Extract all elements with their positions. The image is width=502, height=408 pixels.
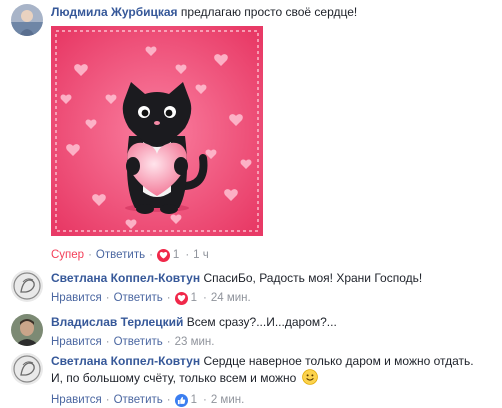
comment-author[interactable]: Людмила Журбицкая: [51, 5, 178, 19]
reply-button[interactable]: Ответить: [114, 290, 163, 306]
comment-text: предлагаю просто своё сердце!: [180, 5, 358, 19]
avatar[interactable]: [11, 4, 43, 36]
comment-time[interactable]: 1 ч: [193, 247, 209, 263]
comment-text: СпасиБо, Радость моя! Храни Господь!: [203, 271, 423, 285]
comment-3: Владислав Терлецкий Всем сразу?...И...да…: [0, 314, 502, 352]
comment-text: Всем сразу?...И...даром?...: [186, 315, 337, 329]
avatar[interactable]: [11, 270, 43, 302]
comment-author[interactable]: Владислав Терлецкий: [51, 315, 183, 329]
like-button[interactable]: Нравится: [51, 392, 102, 408]
comment-time[interactable]: 23 мин.: [175, 334, 215, 350]
comment-text-line-1: Сердце наверное только даром и можно отд…: [203, 354, 474, 368]
comment-time[interactable]: 2 мин.: [211, 392, 244, 408]
attachment-image[interactable]: [51, 26, 263, 236]
reaction-count[interactable]: 1: [173, 247, 179, 263]
like-button[interactable]: Нравится: [51, 334, 102, 350]
like-button[interactable]: Нравится: [51, 290, 102, 306]
heart-icon[interactable]: [156, 248, 170, 262]
comment-author[interactable]: Светлана Коппел-Ковтун: [51, 271, 200, 285]
avatar[interactable]: [11, 314, 43, 346]
comment-2: Светлана Коппел-Ковтун СпасиБо, Радость …: [0, 270, 502, 310]
reaction-button[interactable]: Супер: [51, 247, 84, 263]
reaction-count[interactable]: 1: [191, 290, 197, 306]
smile-emoji-icon: [301, 369, 318, 389]
reply-button[interactable]: Ответить: [114, 392, 163, 408]
comment-time[interactable]: 24 мин.: [211, 290, 251, 306]
comment-text-line-2: И, по большому счёту, только всем и можн…: [51, 371, 297, 385]
reply-button[interactable]: Ответить: [114, 334, 163, 350]
like-icon[interactable]: [174, 393, 188, 407]
comment-1: Людмила Журбицкая предлагаю просто своё …: [0, 0, 502, 270]
heart-icon[interactable]: [174, 291, 188, 305]
comment-author[interactable]: Светлана Коппел-Ковтун: [51, 354, 200, 368]
avatar[interactable]: [11, 353, 43, 385]
reply-button[interactable]: Ответить: [96, 247, 145, 263]
comment-4: Светлана Коппел-Ковтун Сердце наверное т…: [0, 353, 502, 407]
reaction-count[interactable]: 1: [191, 392, 197, 408]
